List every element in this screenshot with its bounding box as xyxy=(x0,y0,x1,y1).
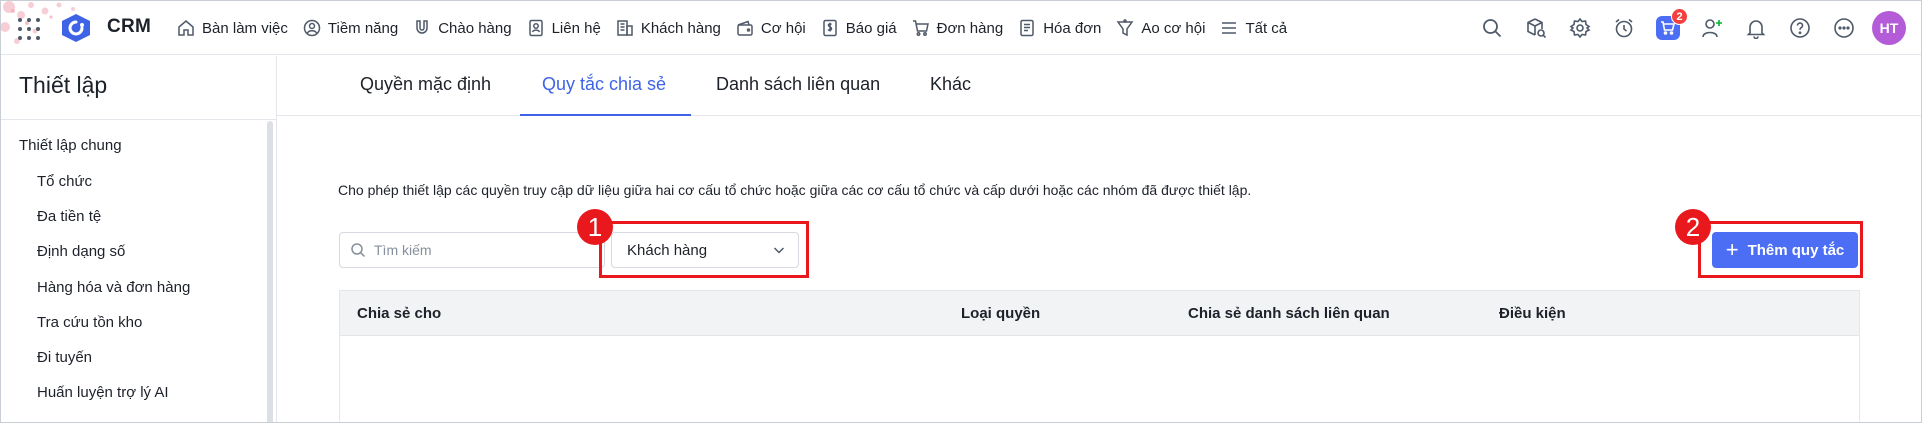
crm-settings-page: CRM Bàn làm việc Tiềm năng Chào hàng Liê… xyxy=(0,0,1922,423)
settings-tabs: Quyền mặc định Quy tắc chia sẻ Danh sách… xyxy=(277,56,1921,116)
sidebar-group-general[interactable]: Thiết lập chung xyxy=(19,137,122,154)
menu-orders[interactable]: Đơn hàng xyxy=(912,1,1004,55)
menu-workspace[interactable]: Bàn làm việc xyxy=(177,1,288,55)
add-user-button[interactable] xyxy=(1700,16,1724,40)
product-search-button[interactable] xyxy=(1524,16,1548,40)
main-menu: Bàn làm việc Tiềm năng Chào hàng Liên hệ… xyxy=(177,1,1302,55)
menu-opportunities[interactable]: Cơ hội xyxy=(736,1,806,55)
module-select-value: Khách hàng xyxy=(627,241,708,259)
tab-default-permissions[interactable]: Quyền mặc định xyxy=(360,74,491,95)
cart-icon xyxy=(912,20,929,36)
column-header-permission-type[interactable]: Loại quyền xyxy=(961,305,1040,322)
menu-icon xyxy=(1222,22,1237,34)
menu-label: Báo giá xyxy=(845,19,897,37)
sidebar-item-routing[interactable]: Đi tuyến xyxy=(37,349,92,366)
menu-contacts[interactable]: Liên hệ xyxy=(527,1,601,55)
wallet-icon xyxy=(737,20,753,36)
apps-grid-icon[interactable] xyxy=(16,16,40,40)
box-search-icon xyxy=(1527,18,1547,39)
tab-other[interactable]: Khác xyxy=(930,74,971,95)
sidebar-title: Thiết lập xyxy=(19,72,108,98)
active-tab-indicator xyxy=(520,114,691,116)
menu-label: Khách hàng xyxy=(640,19,721,37)
more-button[interactable] xyxy=(1832,16,1856,40)
quote-icon xyxy=(823,19,837,37)
sidebar-scrollbar[interactable] xyxy=(267,121,273,422)
toolbar-right: 2 HT xyxy=(1460,1,1906,55)
sidebar-item-number-format[interactable]: Định dạng số xyxy=(37,243,125,260)
sidebar-item-ai-training[interactable]: Huấn luyện trợ lý AI xyxy=(37,384,169,401)
crm-logo-icon xyxy=(62,14,90,42)
column-header-conditions[interactable]: Điều kiện xyxy=(1499,305,1566,322)
invoice-icon xyxy=(1020,19,1034,37)
bell-icon xyxy=(1746,20,1766,39)
search-button[interactable] xyxy=(1480,16,1504,40)
menu-quotes[interactable]: Báo giá xyxy=(821,1,897,55)
reminder-button[interactable] xyxy=(1612,16,1636,40)
menu-offers[interactable]: Chào hàng xyxy=(413,1,512,55)
user-avatar[interactable]: HT xyxy=(1872,11,1906,45)
menu-all[interactable]: Tất cả xyxy=(1220,1,1287,55)
add-rule-button[interactable]: + Thêm quy tắc xyxy=(1712,232,1858,268)
settings-button[interactable] xyxy=(1568,16,1592,40)
menu-label: Bàn làm việc xyxy=(202,19,288,37)
cart-count-badge: 2 xyxy=(1671,8,1688,25)
menu-leads[interactable]: Tiềm năng xyxy=(303,1,398,55)
tab-related-lists[interactable]: Danh sách liên quan xyxy=(716,74,880,95)
home-icon xyxy=(178,20,194,36)
help-button[interactable] xyxy=(1788,16,1812,40)
menu-label: Tất cả xyxy=(1245,19,1288,37)
menu-customers[interactable]: Khách hàng xyxy=(616,1,721,55)
callout-number-two: 2 xyxy=(1675,209,1711,245)
search-box[interactable] xyxy=(339,232,605,268)
magnet-icon xyxy=(416,20,428,34)
main-content: Quyền mặc định Quy tắc chia sẻ Danh sách… xyxy=(277,56,1921,422)
more-dots-icon xyxy=(1834,18,1854,38)
menu-label: Liên hệ xyxy=(551,19,601,37)
chevron-down-icon xyxy=(773,247,785,254)
plus-icon: + xyxy=(1725,237,1739,262)
search-input[interactable] xyxy=(374,242,584,258)
search-icon xyxy=(1483,19,1502,38)
menu-invoices[interactable]: Hóa đơn xyxy=(1018,1,1101,55)
gear-icon xyxy=(1569,17,1591,39)
table-header: Chia sẻ cho Loại quyền Chia sẻ danh sách… xyxy=(340,291,1859,336)
column-header-share-with[interactable]: Chia sẻ cho xyxy=(357,305,441,322)
add-rule-label: Thêm quy tắc xyxy=(1747,241,1845,259)
alarm-clock-icon xyxy=(1615,18,1633,38)
menu-label: Chào hàng xyxy=(438,19,512,37)
sharing-rules-description: Cho phép thiết lập các quyền truy cập dữ… xyxy=(338,182,1252,198)
notifications-button[interactable] xyxy=(1744,16,1768,40)
add-user-icon xyxy=(1702,19,1722,38)
funnel-icon xyxy=(1116,19,1134,37)
sidebar-item-products-orders[interactable]: Hàng hóa và đơn hàng xyxy=(37,279,190,296)
tab-sharing-rules[interactable]: Quy tắc chia sẻ xyxy=(542,74,666,95)
menu-label: Đơn hàng xyxy=(936,19,1004,37)
sharing-rules-table: Chia sẻ cho Loại quyền Chia sẻ danh sách… xyxy=(339,290,1860,422)
top-navbar: CRM Bàn làm việc Tiềm năng Chào hàng Liê… xyxy=(1,1,1921,55)
menu-label: Tiềm năng xyxy=(327,19,399,37)
menu-label: Hóa đơn xyxy=(1043,19,1102,37)
building-icon xyxy=(617,20,633,36)
settings-sidebar: Thiết lập Thiết lập chung Tổ chức Đa tiề… xyxy=(1,56,277,422)
search-icon xyxy=(351,243,366,258)
callout-number-one: 1 xyxy=(577,209,613,245)
sidebar-item-multi-currency[interactable]: Đa tiền tệ xyxy=(37,208,101,225)
module-select[interactable]: Khách hàng xyxy=(611,232,799,268)
app-brand[interactable]: CRM xyxy=(107,16,151,38)
help-icon xyxy=(1790,18,1810,38)
menu-label: Cơ hội xyxy=(760,19,806,37)
menu-label: Ao cơ hội xyxy=(1141,19,1206,37)
sidebar-item-organization[interactable]: Tổ chức xyxy=(37,173,92,190)
sidebar-item-inventory-lookup[interactable]: Tra cứu tồn kho xyxy=(37,314,142,331)
user-circle-icon xyxy=(303,19,321,37)
column-header-share-related-lists[interactable]: Chia sẻ danh sách liên quan xyxy=(1188,305,1390,322)
contact-icon xyxy=(528,19,543,37)
menu-opportunity-pool[interactable]: Ao cơ hội xyxy=(1116,1,1205,55)
cart-button[interactable]: 2 xyxy=(1656,8,1688,40)
sidebar-divider xyxy=(1,119,276,120)
